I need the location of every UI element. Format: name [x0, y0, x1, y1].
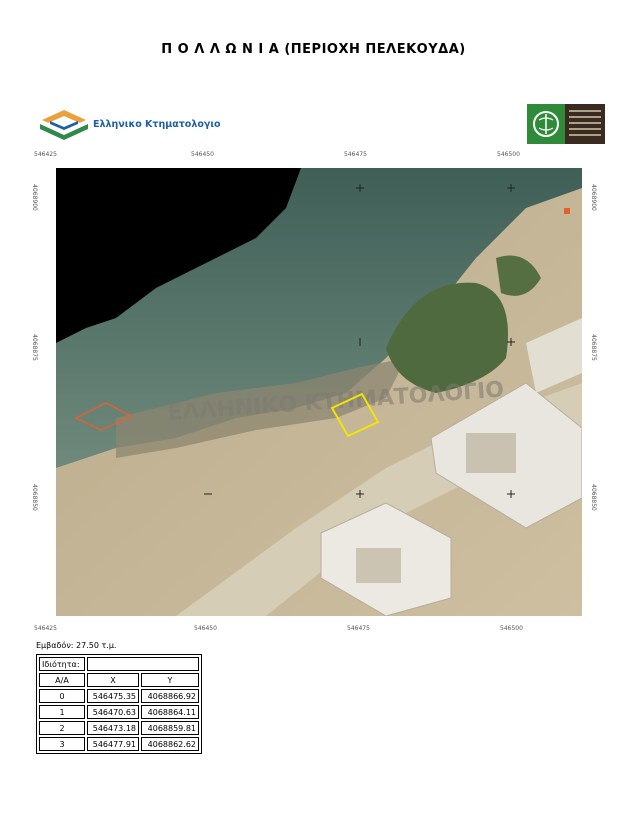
- hellenic-cadastre-logo: Ελληνικο Κτηματολογιο: [36, 108, 226, 140]
- tick-label-right: 4068850: [589, 484, 597, 511]
- marker: [564, 208, 570, 214]
- tick-label-left: 4068850: [30, 484, 38, 511]
- tick-label-top: 546475: [344, 151, 367, 158]
- tick-label-right: 4068875: [589, 334, 597, 361]
- cell-x: 546475.35: [87, 689, 139, 703]
- header-aa: Α/Α: [39, 673, 85, 687]
- tick-label-top: 546450: [191, 151, 214, 158]
- property-label: Ιδιότητα:: [39, 657, 85, 671]
- property-value: [87, 657, 199, 671]
- cadastre-logo-icon: [40, 110, 88, 140]
- header-x: X: [87, 673, 139, 687]
- tick-label-right: 4068900: [589, 184, 597, 211]
- cell-aa: 0: [39, 689, 85, 703]
- tick-label-bottom: 546500: [500, 625, 523, 632]
- table-row: 3 546477.91 4068862.62: [39, 737, 199, 751]
- tick-label-bottom: 546425: [34, 625, 57, 632]
- area-label: Εμβαδόν: 27.50 τ.μ.: [36, 641, 117, 650]
- partner-logo: [527, 104, 605, 144]
- cell-y: 4068866.92: [141, 689, 199, 703]
- logo-text: Ελληνικο Κτηματολογιο: [93, 119, 221, 130]
- cell-aa: 3: [39, 737, 85, 751]
- table-row: 0 546475.35 4068866.92: [39, 689, 199, 703]
- tick-label-left: 4068875: [30, 334, 38, 361]
- tick-label-bottom: 546475: [347, 625, 370, 632]
- cell-aa: 2: [39, 721, 85, 735]
- cell-y: 4068859.81: [141, 721, 199, 735]
- cell-x: 546473.18: [87, 721, 139, 735]
- table-row: 1 546470.63 4068864.11: [39, 705, 199, 719]
- cell-x: 546470.63: [87, 705, 139, 719]
- table-row: 2 546473.18 4068859.81: [39, 721, 199, 735]
- orthophoto-map[interactable]: ΕΛΛΗΝΙΚΟ ΚΤΗΜΑΤΟΛΟΓΙΟ: [56, 168, 582, 616]
- tick-label-top: 546425: [34, 151, 57, 158]
- partner-logo-emblem: [527, 104, 565, 144]
- cell-x: 546477.91: [87, 737, 139, 751]
- header-row: Α/Α X Y: [39, 673, 199, 687]
- cell-y: 4068864.11: [141, 705, 199, 719]
- tick-label-top: 546500: [497, 151, 520, 158]
- header-y: Y: [141, 673, 199, 687]
- coordinates-table: Ιδιότητα: Α/Α X Y 0 546475.35 4068866.92…: [36, 654, 202, 754]
- property-row: Ιδιότητα:: [39, 657, 199, 671]
- cell-aa: 1: [39, 705, 85, 719]
- page-title: Π Ο Λ Λ Ω Ν Ι Α (ΠΕΡΙΟΧΗ ΠΕΛΕΚΟΥΔΑ): [161, 42, 466, 57]
- tick-label-left: 4068900: [30, 184, 38, 211]
- tick-label-bottom: 546450: [194, 625, 217, 632]
- cell-y: 4068862.62: [141, 737, 199, 751]
- partner-logo-text-lines: [569, 110, 601, 140]
